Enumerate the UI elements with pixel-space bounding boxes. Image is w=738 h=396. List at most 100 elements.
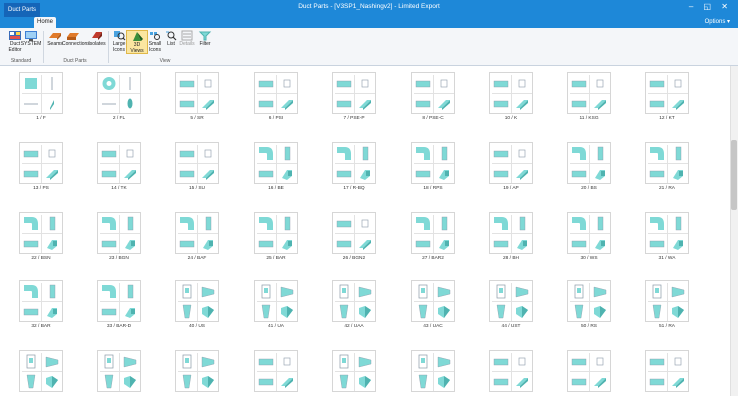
- part-item[interactable]: 44 / UST: [484, 278, 538, 332]
- divider: [41, 215, 42, 253]
- part-view-icon: [205, 216, 212, 231]
- part-view-icon: [201, 356, 215, 368]
- divider: [119, 353, 120, 391]
- part-label: 30 / WS: [580, 256, 598, 261]
- part-item[interactable]: [170, 348, 224, 396]
- divider: [511, 75, 512, 113]
- part-view-icon: [125, 308, 135, 318]
- part-view-icon: [258, 240, 274, 248]
- part-item[interactable]: 23 / BGN: [92, 210, 146, 264]
- part-item[interactable]: 17 / R-BQ: [327, 140, 381, 194]
- part-thumbnail: [645, 142, 689, 184]
- filter-button[interactable]: Filter: [194, 30, 216, 54]
- part-item[interactable]: 13 / PS: [14, 140, 68, 194]
- divider: [667, 75, 668, 113]
- part-item[interactable]: [562, 348, 616, 396]
- connections-button[interactable]: Connections: [62, 30, 90, 54]
- options-menu[interactable]: Options ▾: [705, 18, 730, 25]
- part-view-icon: [23, 240, 39, 248]
- part-item[interactable]: 7 / PSE-P: [327, 70, 381, 124]
- part-item[interactable]: 15 / SU: [170, 140, 224, 194]
- part-view-icon: [673, 240, 683, 250]
- part-item[interactable]: [92, 348, 146, 396]
- part-view-icon: [127, 284, 134, 299]
- part-item[interactable]: 5 / SR: [170, 70, 224, 124]
- divider: [648, 233, 688, 234]
- part-view-icon: [339, 284, 349, 299]
- scrollbar-thumb[interactable]: [731, 140, 737, 210]
- part-item[interactable]: 33 / BAR-D: [92, 278, 146, 332]
- part-view-icon: [493, 378, 509, 386]
- part-item[interactable]: 32 / BAR: [14, 278, 68, 332]
- divider: [22, 371, 62, 372]
- part-view-icon: [202, 100, 214, 110]
- part-view-icon: [339, 354, 349, 369]
- part-item[interactable]: 27 / BAR2: [406, 210, 460, 264]
- part-item[interactable]: 30 / WS: [562, 210, 616, 264]
- part-view-icon: [652, 284, 662, 299]
- part-view-icon: [359, 376, 371, 388]
- divider: [335, 301, 375, 302]
- part-view-icon: [652, 304, 662, 319]
- part-item[interactable]: [484, 348, 538, 396]
- divider: [178, 93, 218, 94]
- part-view-icon: [182, 304, 192, 319]
- part-item[interactable]: 22 / BSN: [14, 210, 68, 264]
- part-item[interactable]: 14 / TK: [92, 140, 146, 194]
- part-item[interactable]: 16 / BE: [249, 140, 303, 194]
- divider: [100, 163, 140, 164]
- part-view-icon: [261, 304, 271, 319]
- part-view-icon: [571, 80, 587, 88]
- part-item[interactable]: 11 / KSG: [562, 70, 616, 124]
- part-item[interactable]: 24 / BAF: [170, 210, 224, 264]
- part-item[interactable]: 2 / FL: [92, 70, 146, 124]
- vertical-scrollbar[interactable]: [730, 66, 738, 396]
- part-item[interactable]: 10 / K: [484, 70, 538, 124]
- part-item[interactable]: 40 / US: [170, 278, 224, 332]
- part-item[interactable]: 21 / RA: [640, 140, 694, 194]
- part-view-icon: [282, 170, 292, 180]
- part-item[interactable]: 12 / KT: [640, 70, 694, 124]
- part-item[interactable]: 50 / RS: [562, 278, 616, 332]
- part-item[interactable]: 51 / RA: [640, 278, 694, 332]
- part-item[interactable]: [640, 348, 694, 396]
- divider: [492, 371, 532, 372]
- divider: [492, 93, 532, 94]
- divider: [41, 283, 42, 321]
- part-label: 42 / UAA: [344, 324, 364, 329]
- part-item[interactable]: 8 / PSE-C: [406, 70, 460, 124]
- part-view-icon: [416, 147, 430, 160]
- part-item[interactable]: [327, 348, 381, 396]
- part-label: 15 / SU: [189, 186, 205, 191]
- part-view-icon: [594, 378, 606, 388]
- part-label: 5 / SR: [190, 116, 204, 121]
- part-item[interactable]: [14, 348, 68, 396]
- part-view-icon: [258, 100, 274, 108]
- part-thumbnail: [332, 350, 376, 392]
- part-item[interactable]: 6 / PSI: [249, 70, 303, 124]
- part-item[interactable]: 26 / BGN2: [327, 210, 381, 264]
- part-item[interactable]: 19 / AP: [484, 140, 538, 194]
- isolates-button[interactable]: Isolates: [86, 30, 108, 54]
- part-item[interactable]: 18 / RPS: [406, 140, 460, 194]
- system-button[interactable]: SYSTEM: [20, 30, 42, 54]
- part-view-icon: [597, 146, 604, 161]
- part-label: 41 / UA: [268, 324, 284, 329]
- part-item[interactable]: 43 / UAC: [406, 278, 460, 332]
- part-item[interactable]: 31 / WA: [640, 210, 694, 264]
- part-item[interactable]: 42 / UAA: [327, 278, 381, 332]
- part-item[interactable]: 25 / BAR: [249, 210, 303, 264]
- window-controls[interactable]: – ◱ ✕: [689, 2, 732, 11]
- part-label: 20 / BS: [581, 186, 597, 191]
- part-item[interactable]: [249, 348, 303, 396]
- part-item[interactable]: 28 / BH: [484, 210, 538, 264]
- part-item[interactable]: 41 / UA: [249, 278, 303, 332]
- part-view-icon: [596, 357, 604, 366]
- part-item[interactable]: 1 / F: [14, 70, 68, 124]
- divider: [414, 233, 454, 234]
- part-thumbnail: [175, 72, 219, 114]
- part-view-icon: [675, 146, 682, 161]
- tab-home[interactable]: Home: [34, 17, 56, 28]
- part-item[interactable]: 20 / BS: [562, 140, 616, 194]
- part-item[interactable]: [406, 348, 460, 396]
